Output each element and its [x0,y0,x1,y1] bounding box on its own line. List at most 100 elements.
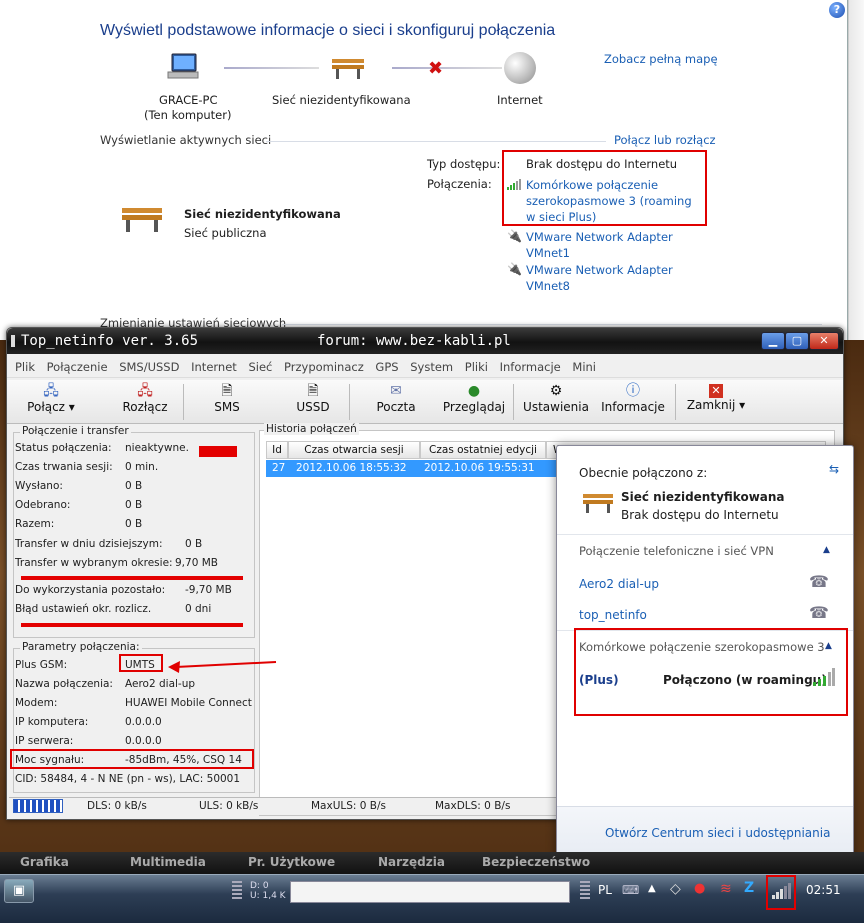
language-indicator[interactable]: PL [598,883,612,897]
chevron-up-icon[interactable]: ▲ [823,545,830,555]
active-networks-heading: Wyświetlanie aktywnych sieci [100,133,272,147]
row-label: IP komputera: [15,716,89,728]
row-value: 0 dni [185,603,212,615]
menu-bar: Plik Połączenie SMS/USSD Internet Sieć P… [7,356,843,378]
transfer-row: Razem: 0 B [15,518,142,530]
menu-plik[interactable]: Plik [15,360,35,374]
launcher-narzedzia[interactable]: Narzędzia [378,855,445,869]
document-icon: 🗎 [221,383,233,399]
connection-vmnet1-link[interactable]: VMware Network Adapter VMnet1 [526,229,696,261]
menu-informacje[interactable]: Informacje [500,360,561,374]
menu-polaczenie[interactable]: Połączenie [47,360,108,374]
address-field[interactable] [290,881,570,903]
dls-value: DLS: 0 kB/s [87,800,147,812]
network-name: Sieć niezidentyfikowana [184,207,341,221]
toolbar: 🖧 Połącz ▾ 🖧 Rozłącz 🗎 SMS 🗎 USSD ✉ Poczta ● P… [7,380,843,424]
z-app-icon[interactable]: Z [744,880,754,896]
signal-meter [13,799,63,813]
access-type-label: Typ dostępu: [427,157,501,171]
param-row: Nazwa połączenia: Aero2 dial-up [15,678,253,690]
phone-icon: ☎ [809,572,829,591]
refresh-icon[interactable]: ⇆ [829,462,839,476]
keyboard-icon[interactable]: ⌨ [622,883,639,897]
info-icon: ⓘ [626,383,640,399]
disconnect-button[interactable]: 🖧 Rozłącz [117,382,173,422]
row-label: Czas trwania sesji: [15,461,113,473]
help-icon[interactable]: ? [829,2,845,18]
document-icon: 🗎 [307,383,319,399]
connections-label: Połączenia: [427,177,492,191]
settings-button[interactable]: ⚙ Ustawienia [519,382,593,422]
browse-button[interactable]: ● Przeglądaj [439,382,509,422]
minimize-button[interactable]: ▁ [761,332,785,350]
group-label: Parametry połączenia: [20,641,142,653]
connect-button[interactable]: 🖧 Połącz ▾ [21,382,81,422]
row-label: Odebrano: [15,499,71,511]
col-open[interactable]: Czas otwarcia sesji [288,441,420,459]
ussd-button[interactable]: 🗎 USSD [291,382,335,422]
wifi-icon[interactable]: ≋ [720,881,732,897]
clock[interactable]: 02:51 [806,883,841,897]
menu-gps[interactable]: GPS [375,360,398,374]
row-label: Transfer w dniu dzisiejszym: [15,538,163,550]
close-button[interactable]: ✕ [809,332,839,350]
flyout-net-name: Sieć niezidentyfikowana [621,490,785,504]
launcher-uzytkowe[interactable]: Pr. Użytkowe [248,855,335,869]
start-icon[interactable]: ▣ [4,879,34,903]
adapter-icon: 🔌 [507,229,522,243]
map-network-name: Sieć niezidentyfikowana [272,93,411,107]
title-bar[interactable]: Top_netinfo ver. 3.65 forum: www.bez-kab… [7,328,843,354]
menu-pliki[interactable]: Pliki [465,360,488,374]
highlight-box [119,654,163,672]
network-type[interactable]: Sieć publiczna [184,226,267,240]
open-network-center-link[interactable]: Otwórz Centrum sieci i udostępniania [605,826,830,840]
pc-sub: (Ten komputer) [144,108,232,122]
connect-disconnect-link[interactable]: Połącz lub rozłącz [614,133,716,147]
bench-network-icon [330,55,366,81]
transfer-row: Do wykorzystania pozostało: -9,70 MB [15,584,232,596]
tray-expand-icon[interactable]: ▲ [648,883,656,894]
row-value: 9,70 MB [175,557,218,569]
col-id[interactable]: Id [266,441,288,459]
menu-sms-ussd[interactable]: SMS/USSD [119,360,179,374]
row-label: Razem: [15,518,55,530]
info-button[interactable]: ⓘ Informacje [597,382,669,422]
connection-vmnet8-link[interactable]: VMware Network Adapter VMnet8 [526,262,696,294]
red-arrow [168,660,278,674]
menu-przypominacz[interactable]: Przypominacz [284,360,364,374]
net-down: D: 0 [250,881,269,891]
menu-mini[interactable]: Mini [572,360,596,374]
launcher-bar: Grafika Multimedia Pr. Użytkowe Narzędzi… [0,852,864,874]
transfer-row: Błąd ustawień okr. rozlicz. 0 dni [15,603,211,615]
launcher-bezpieczenstwo[interactable]: Bezpieczeństwo [482,855,590,869]
diamond-icon[interactable]: ◇ [670,881,681,897]
row-label: Modem: [15,697,58,709]
dialup-section[interactable]: Połączenie telefoniczne i sieć VPN [579,544,774,558]
menu-siec[interactable]: Sieć [248,360,272,374]
disconnect-icon: 🖧 [137,383,153,399]
current-label: Obecnie połączono z: [579,466,708,480]
full-map-link[interactable]: Zobacz pełną mapę [604,52,718,66]
row-label: Do wykorzystania pozostało: [15,584,166,596]
row-label: IP serwera: [15,735,74,747]
adapter-icon: 🔌 [507,262,522,276]
menu-system[interactable]: System [410,360,453,374]
launcher-multimedia[interactable]: Multimedia [130,855,206,869]
sms-button[interactable]: 🗎 SMS [207,382,247,422]
row-label: Nazwa połączenia: [15,678,113,690]
page-title: Wyświetl podstawowe informacje o sieci i… [100,22,556,39]
maximize-button[interactable]: ▢ [785,332,809,350]
scrollbar[interactable] [848,0,864,345]
col-edit[interactable]: Czas ostatniej edycji [420,441,546,459]
red-underline [21,623,243,627]
param-row: IP komputera: 0.0.0.0 [15,716,253,728]
mail-button[interactable]: ✉ Poczta [373,382,419,422]
globe-icon: ● [467,383,481,399]
row-value: nieaktywne. [125,442,189,454]
menu-internet[interactable]: Internet [191,360,237,374]
close-app-button[interactable]: ✕ Zamknij ▾ [681,382,751,422]
traffic-light-icon[interactable]: ● [694,881,705,896]
dialup-item-aero2[interactable]: Aero2 dial-up [579,577,659,591]
launcher-grafika[interactable]: Grafika [20,855,69,869]
dialup-item-topnetinfo[interactable]: top_netinfo [579,608,647,622]
